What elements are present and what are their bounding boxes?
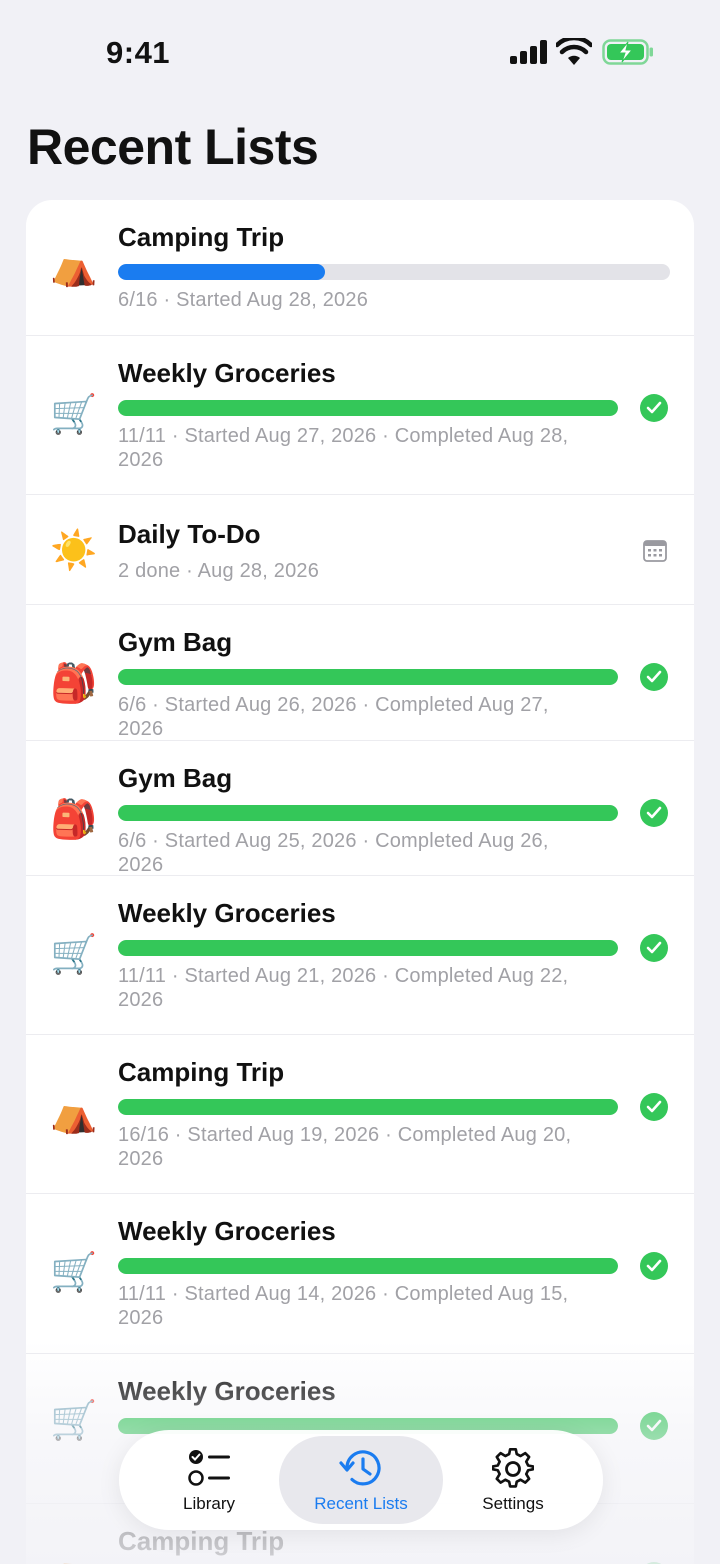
list-subtitle: 11/11 · Started Aug 14, 2026 · Completed… (118, 1283, 569, 1329)
list-title: Weekly Groceries (118, 898, 336, 928)
list-title: Daily To-Do (118, 519, 261, 549)
progress-bar (118, 264, 670, 280)
backpack-icon: 🎒 (50, 663, 98, 705)
progress-fill (118, 264, 325, 280)
tab-bar: Library Recent Lists Settings (119, 1430, 603, 1530)
list-title: Gym Bag (118, 763, 233, 793)
list-title: Gym Bag (118, 627, 233, 657)
status-time: 9:41 (106, 35, 171, 70)
list-subtitle: 6/16 · Started Aug 28, 2026 (118, 289, 369, 311)
list-subtitle: 2 done · Aug 28, 2026 (118, 560, 320, 582)
checkmark-circle-icon (640, 663, 668, 691)
list-row[interactable]: ⛺ Camping Trip 6/16 · Started Aug 28, 2026 (26, 200, 694, 336)
sun-icon: ☀️ (50, 530, 98, 572)
progress-fill (118, 805, 618, 821)
gear-icon (492, 1448, 534, 1488)
progress-fill (118, 940, 618, 956)
list-subtitle: 6/6 · Started Aug 26, 2026 · Completed A… (118, 694, 549, 740)
calendar-icon (643, 540, 667, 562)
progress-fill (118, 669, 618, 685)
tab-recent-lists[interactable]: Recent Lists (279, 1436, 443, 1524)
tab-library[interactable]: Library (129, 1436, 289, 1524)
tab-recent-lists-label: Recent Lists (314, 1494, 408, 1513)
list-subtitle: 11/11 · Started Aug 27, 2026 · Completed… (118, 425, 569, 471)
tab-library-label: Library (183, 1494, 235, 1513)
battery-charging-icon (602, 39, 653, 65)
progress-bar (118, 669, 618, 685)
list-icon (188, 1450, 230, 1486)
cart-icon: 🛒 (50, 394, 98, 436)
tent-icon: ⛺ (50, 1093, 98, 1135)
tab-settings-label: Settings (482, 1494, 544, 1513)
app-screen: 9:41 Recent Lists ⛺ Camping Trip 6/16 · St… (0, 0, 720, 1564)
progress-fill (118, 400, 618, 416)
list-title: Camping Trip (118, 1057, 285, 1087)
list-title: Camping Trip (118, 222, 285, 252)
progress-fill (118, 1258, 618, 1274)
progress-bar (118, 400, 618, 416)
list-row[interactable]: ⛺ Camping Trip 16/16 · Started Aug 19, 202… (26, 1035, 694, 1194)
cart-icon: 🛒 (50, 1252, 98, 1294)
checkmark-circle-icon (640, 1252, 668, 1280)
tab-settings[interactable]: Settings (433, 1436, 593, 1524)
checkmark-circle-icon (640, 799, 668, 827)
wifi-icon (556, 38, 592, 65)
progress-bar (118, 1258, 618, 1274)
checkmark-circle-icon (640, 394, 668, 422)
list-row[interactable]: 🛒 Weekly Groceries 11/11 · Started Aug 21,… (26, 876, 694, 1035)
list-row[interactable]: 🛒 Weekly Groceries 11/11 · Started Aug 14,… (26, 1194, 694, 1354)
page-title: Recent Lists (27, 119, 319, 175)
cart-icon: 🛒 (50, 934, 98, 976)
status-bar: 9:41 (0, 0, 720, 100)
progress-bar (118, 805, 618, 821)
list-title: Weekly Groceries (118, 358, 336, 388)
progress-fill (118, 1099, 618, 1115)
list-subtitle: 6/6 · Started Aug 25, 2026 · Completed A… (118, 830, 549, 876)
tent-icon: ⛺ (50, 246, 98, 288)
checkmark-circle-icon (640, 1093, 668, 1121)
backpack-icon: 🎒 (50, 799, 98, 841)
progress-bar (118, 940, 618, 956)
list-row[interactable]: 🎒 Gym Bag 6/6 · Started Aug 25, 2026 · Com… (26, 741, 694, 876)
list-row[interactable]: ☀️ Daily To-Do 2 done · Aug 28, 2026 (26, 495, 694, 605)
list-row[interactable]: 🎒 Gym Bag 6/6 · Started Aug 26, 2026 · Com… (26, 605, 694, 741)
history-icon (339, 1450, 381, 1486)
list-row[interactable]: 🛒 Weekly Groceries 11/11 · Started Aug 27,… (26, 336, 694, 495)
list-subtitle: 16/16 · Started Aug 19, 2026 · Completed… (118, 1124, 572, 1170)
list-subtitle: 11/11 · Started Aug 21, 2026 · Completed… (118, 965, 569, 1011)
cellular-signal-icon (510, 40, 548, 64)
list-title: Weekly Groceries (118, 1216, 336, 1246)
checkmark-circle-icon (640, 934, 668, 962)
progress-bar (118, 1099, 618, 1115)
